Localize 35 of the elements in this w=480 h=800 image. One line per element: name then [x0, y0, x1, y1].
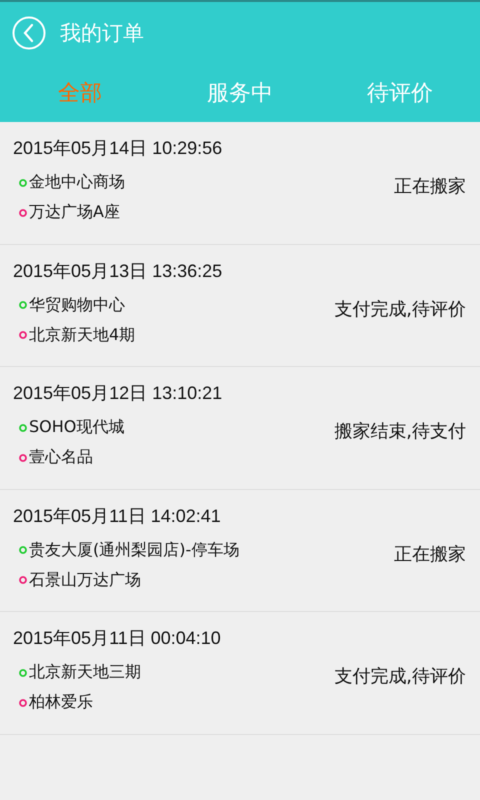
order-time: 2015年05月12日 13:10:21 [13, 382, 224, 405]
order-status: 搬家结束,待支付 [334, 420, 466, 443]
order-status: 支付完成,待评价 [334, 665, 466, 688]
end-point-icon [19, 331, 27, 339]
order-status: 支付完成,待评价 [334, 298, 466, 320]
order-time: 2015年05月11日 00:04:10 [13, 627, 222, 650]
start-address: 北京新天地三期 [29, 662, 141, 683]
order-time: 2015年05月13日 13:36:25 [13, 260, 224, 282]
end-point-icon [19, 698, 27, 706]
order-status: 正在搬家 [394, 175, 466, 198]
start-point-icon [19, 424, 27, 432]
tab[interactable]: 服务中 [207, 78, 273, 108]
end-address: 柏林爱乐 [29, 692, 93, 713]
end-address: 壹心名品 [29, 447, 93, 468]
tab[interactable]: 待评价 [367, 78, 433, 108]
order-status: 正在搬家 [394, 542, 466, 566]
start-address: 金地中心商场 [29, 172, 125, 193]
start-point-icon [19, 546, 27, 554]
end-point-icon [19, 576, 27, 584]
page-title: 我的订单 [60, 20, 144, 47]
back-icon[interactable] [12, 16, 46, 50]
end-point-icon [19, 208, 27, 216]
start-address: SOHO现代城 [29, 417, 124, 438]
end-address: 北京新天地4期 [29, 324, 136, 346]
order-time: 2015年05月14日 10:29:56 [13, 137, 224, 160]
end-address: 万达广场A座 [29, 202, 120, 223]
end-address: 石景山万达广场 [29, 570, 141, 590]
end-point-icon [19, 454, 27, 462]
start-address: 华贸购物中心 [29, 294, 125, 316]
start-point-icon [19, 178, 27, 186]
start-point-icon [19, 668, 27, 676]
order-time: 2015年05月11日 14:02:41 [13, 504, 222, 528]
start-point-icon [19, 301, 27, 309]
start-address: 贵友大厦(通州梨园店)-停车场 [29, 540, 240, 560]
tab[interactable]: 全部 [58, 78, 102, 108]
